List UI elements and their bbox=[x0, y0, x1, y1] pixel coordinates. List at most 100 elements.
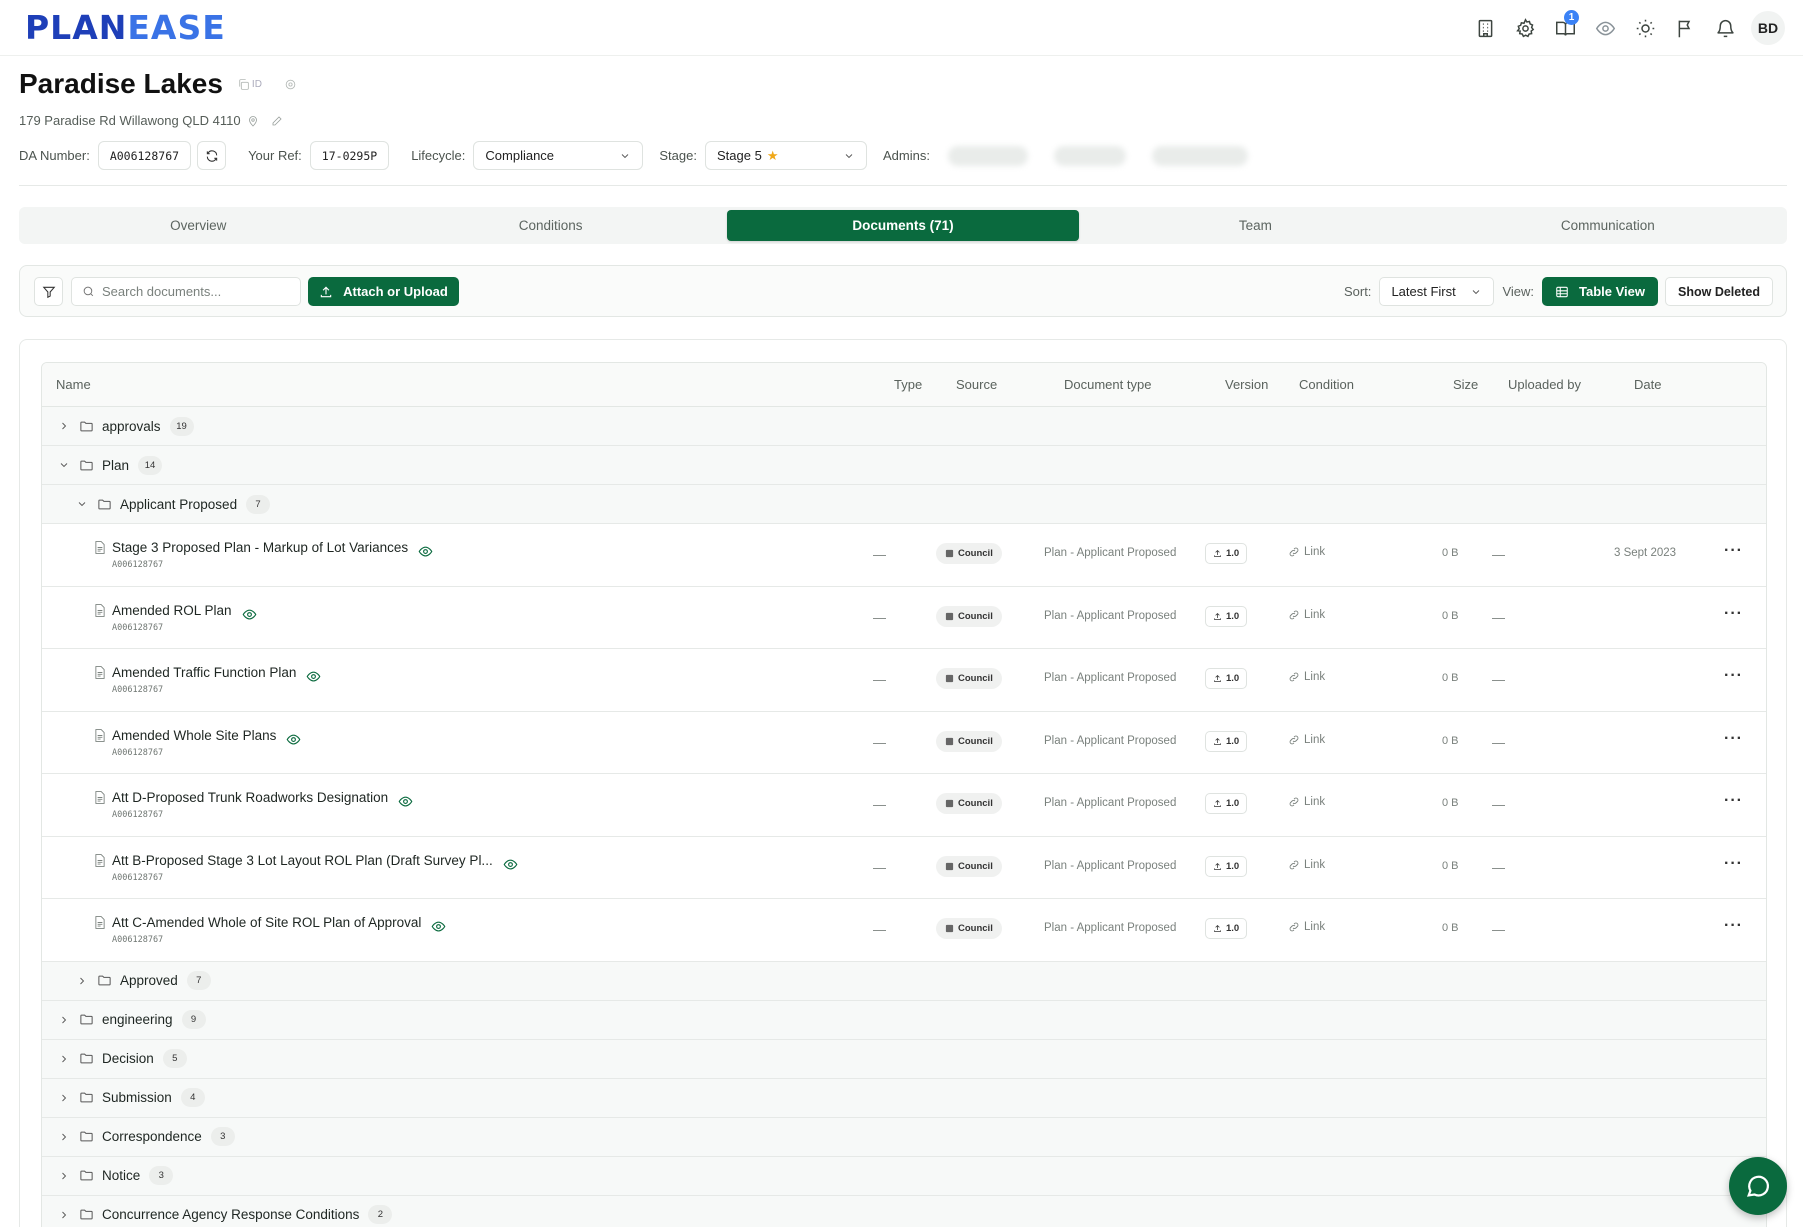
more-actions-button[interactable]: ··· bbox=[1724, 605, 1743, 623]
document-row[interactable]: Amended Traffic Function Plan A006128767 —… bbox=[42, 649, 1766, 712]
condition-link[interactable]: Link bbox=[1288, 734, 1325, 746]
eye-icon[interactable] bbox=[398, 794, 413, 809]
folder-row[interactable]: Applicant Proposed 7 bbox=[42, 485, 1766, 524]
eye-icon[interactable] bbox=[306, 669, 321, 684]
condition-link[interactable]: Link bbox=[1288, 546, 1325, 558]
col-date[interactable]: Date bbox=[1634, 377, 1661, 392]
document-name[interactable]: Att C-Amended Whole of Site ROL Plan of … bbox=[112, 915, 421, 930]
more-actions-button[interactable]: ··· bbox=[1724, 792, 1743, 810]
folder-row[interactable]: Approved 7 bbox=[42, 961, 1766, 1001]
more-actions-button[interactable]: ··· bbox=[1724, 667, 1743, 685]
search-input[interactable] bbox=[102, 284, 282, 299]
copy-icon[interactable] bbox=[237, 78, 250, 91]
tab-overview[interactable]: Overview bbox=[22, 210, 374, 241]
version-button[interactable]: 1.0 bbox=[1205, 918, 1248, 939]
col-type[interactable]: Type bbox=[894, 377, 922, 392]
folder-row[interactable]: approvals 19 bbox=[42, 407, 1766, 446]
document-row[interactable]: Att C-Amended Whole of Site ROL Plan of … bbox=[42, 899, 1766, 962]
refresh-button[interactable] bbox=[197, 141, 227, 170]
col-version[interactable]: Version bbox=[1225, 377, 1268, 392]
condition-link[interactable]: Link bbox=[1288, 859, 1325, 871]
show-deleted-button[interactable]: Show Deleted bbox=[1665, 277, 1773, 306]
document-row[interactable]: Amended Whole Site Plans A006128767 — Counc… bbox=[42, 711, 1766, 774]
chat-button[interactable] bbox=[1729, 1157, 1787, 1215]
eye-icon[interactable] bbox=[503, 857, 518, 872]
version-button[interactable]: 1.0 bbox=[1205, 543, 1248, 564]
sun-icon[interactable] bbox=[1625, 10, 1665, 46]
col-name[interactable]: Name bbox=[56, 377, 91, 392]
folder-row[interactable]: Concurrence Agency Response Conditions 2 bbox=[42, 1195, 1766, 1227]
your-ref-field[interactable]: 17-0295P bbox=[309, 141, 390, 170]
attach-upload-button[interactable]: Attach or Upload bbox=[308, 277, 459, 306]
bell-icon[interactable] bbox=[1705, 10, 1745, 46]
map-pin-icon[interactable] bbox=[247, 115, 259, 127]
admin-avatar-blurred[interactable] bbox=[1151, 145, 1248, 166]
settings-icon[interactable] bbox=[284, 78, 297, 91]
eye-icon[interactable] bbox=[431, 919, 446, 934]
document-row[interactable]: Att B-Proposed Stage 3 Lot Layout ROL Pl… bbox=[42, 836, 1766, 899]
source-badge: Council bbox=[936, 793, 1002, 814]
folder-row[interactable]: Notice 3 bbox=[42, 1156, 1766, 1196]
building-icon bbox=[945, 549, 954, 558]
col-size[interactable]: Size bbox=[1453, 377, 1478, 392]
more-actions-button[interactable]: ··· bbox=[1724, 855, 1743, 873]
da-number-field[interactable]: A006128767 bbox=[97, 141, 192, 170]
eye-icon[interactable] bbox=[286, 732, 301, 747]
version-button[interactable]: 1.0 bbox=[1205, 668, 1248, 689]
eye-icon[interactable] bbox=[418, 544, 433, 559]
version-button[interactable]: 1.0 bbox=[1205, 605, 1248, 627]
condition-link[interactable]: Link bbox=[1288, 921, 1325, 933]
eye-icon[interactable] bbox=[242, 607, 257, 622]
col-source[interactable]: Source bbox=[956, 377, 997, 392]
col-uploaded-by[interactable]: Uploaded by bbox=[1508, 377, 1581, 392]
id-label[interactable]: ID bbox=[252, 79, 262, 90]
document-name[interactable]: Att D-Proposed Trunk Roadworks Designati… bbox=[112, 790, 388, 805]
version-button[interactable]: 1.0 bbox=[1205, 855, 1248, 877]
gear-icon[interactable] bbox=[1505, 10, 1545, 46]
folder-row[interactable]: Submission 4 bbox=[42, 1078, 1766, 1118]
folder-row[interactable]: engineering 9 bbox=[42, 1000, 1766, 1040]
document-row[interactable]: Att D-Proposed Trunk Roadworks Designati… bbox=[42, 774, 1766, 837]
tab-documents[interactable]: Documents (71) bbox=[726, 210, 1080, 241]
folder-icon bbox=[80, 1014, 93, 1025]
filter-button[interactable] bbox=[34, 277, 63, 306]
folder-row[interactable]: Correspondence 3 bbox=[42, 1117, 1766, 1157]
more-actions-button[interactable]: ··· bbox=[1724, 917, 1743, 935]
tab-team[interactable]: Team bbox=[1079, 210, 1431, 241]
table-view-button[interactable]: Table View bbox=[1542, 277, 1658, 306]
document-row[interactable]: Amended ROL Plan A006128767 — Council Plan -… bbox=[42, 586, 1766, 649]
book-icon[interactable]: 1 bbox=[1545, 10, 1585, 46]
col-document-type[interactable]: Document type bbox=[1064, 377, 1151, 392]
tab-conditions[interactable]: Conditions bbox=[374, 210, 726, 241]
folder-row[interactable]: Decision 5 bbox=[42, 1039, 1766, 1079]
document-row[interactable]: Stage 3 Proposed Plan - Markup of Lot Va… bbox=[42, 524, 1766, 587]
documents-panel: Name Type Source Document type Version C… bbox=[19, 339, 1787, 1227]
edit-icon[interactable] bbox=[271, 115, 283, 127]
planease-logo[interactable]: PLANEASE bbox=[25, 8, 226, 47]
more-actions-button[interactable]: ··· bbox=[1724, 542, 1743, 560]
version-button[interactable]: 1.0 bbox=[1205, 793, 1248, 814]
flag-icon[interactable] bbox=[1665, 10, 1705, 46]
document-name[interactable]: Amended ROL Plan bbox=[112, 603, 232, 618]
document-name[interactable]: Att B-Proposed Stage 3 Lot Layout ROL Pl… bbox=[112, 853, 493, 868]
more-actions-button[interactable]: ··· bbox=[1724, 730, 1743, 748]
condition-link[interactable]: Link bbox=[1288, 671, 1325, 683]
condition-link[interactable]: Link bbox=[1288, 609, 1325, 621]
condition-link[interactable]: Link bbox=[1288, 796, 1325, 808]
document-name[interactable]: Amended Whole Site Plans bbox=[112, 728, 276, 743]
admin-avatar-blurred[interactable] bbox=[1053, 145, 1126, 166]
stage-select[interactable]: Stage 5 ★ bbox=[704, 141, 867, 170]
sort-select[interactable]: Latest First bbox=[1379, 277, 1495, 306]
building-icon[interactable] bbox=[1465, 10, 1505, 46]
document-name[interactable]: Amended Traffic Function Plan bbox=[112, 665, 296, 680]
tab-communication[interactable]: Communication bbox=[1432, 210, 1784, 241]
folder-row[interactable]: Plan 14 bbox=[42, 446, 1766, 485]
admin-avatar-blurred[interactable] bbox=[947, 145, 1028, 166]
col-condition[interactable]: Condition bbox=[1299, 377, 1354, 392]
document-name[interactable]: Stage 3 Proposed Plan - Markup of Lot Va… bbox=[112, 540, 408, 555]
lifecycle-select[interactable]: Compliance bbox=[473, 141, 644, 170]
eye-icon[interactable] bbox=[1585, 10, 1625, 46]
version-button[interactable]: 1.0 bbox=[1205, 730, 1248, 752]
avatar[interactable]: BD bbox=[1751, 11, 1785, 45]
document-type: Plan - Applicant Proposed bbox=[1044, 547, 1177, 559]
